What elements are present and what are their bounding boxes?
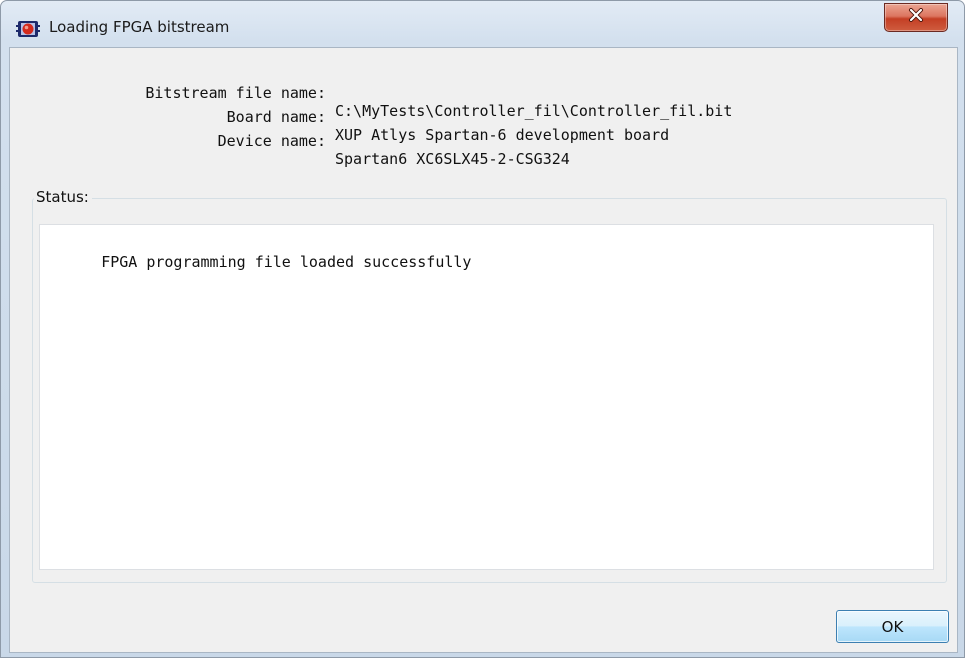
dialog-window: Loading FPGA bitstream Bitstream file na… (0, 0, 965, 658)
title-bar[interactable]: Loading FPGA bitstream (1, 1, 964, 47)
close-icon (908, 8, 924, 27)
device-name-label: Device name: (217, 132, 326, 150)
close-button[interactable] (884, 3, 948, 32)
window-title: Loading FPGA bitstream (49, 18, 230, 36)
device-name-row: Device name: Spartan6 XC6SLX45-2-CSG324 (10, 114, 957, 186)
status-message: FPGA programming file loaded successfull… (101, 253, 472, 271)
status-label: Status: (34, 188, 92, 206)
dialog-client-area: Bitstream file name: C:\MyTests\Controll… (9, 47, 958, 653)
device-name-value: Spartan6 XC6SLX45-2-CSG324 (335, 150, 570, 168)
ok-button[interactable]: OK (836, 610, 949, 643)
status-textbox[interactable]: FPGA programming file loaded successfull… (39, 224, 934, 570)
fpga-app-icon (15, 18, 41, 40)
